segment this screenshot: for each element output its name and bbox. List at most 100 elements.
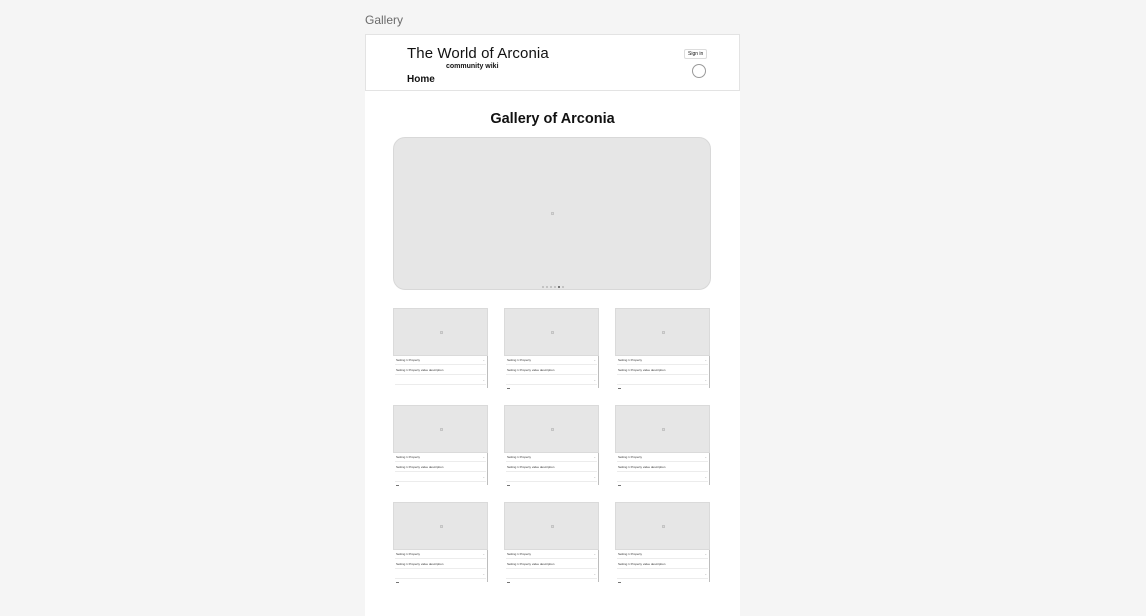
card-description: Setting 1 Property value description <box>396 465 444 469</box>
gallery-card[interactable]: Setting 1 Property ⌄ Setting 1 Property v… <box>504 405 599 487</box>
carousel-dot[interactable] <box>546 286 548 288</box>
card-select-row[interactable]: ⌄ <box>395 473 486 482</box>
carousel-dot[interactable] <box>554 286 556 288</box>
card-description-row: Setting 1 Property value description <box>617 463 708 472</box>
carousel-dot[interactable] <box>558 286 560 288</box>
card-image[interactable] <box>504 308 599 356</box>
chevron-down-icon[interactable]: ⌄ <box>704 376 707 384</box>
card-description: Setting 1 Property value description <box>396 368 444 372</box>
carousel-dot[interactable] <box>562 286 564 288</box>
card-property-label: Setting 1 Property <box>507 552 532 556</box>
card-select-row[interactable]: ⌄ <box>617 376 708 385</box>
chevron-down-icon[interactable]: ⌄ <box>593 550 596 558</box>
card-select-row[interactable]: ⌄ <box>395 376 486 385</box>
image-placeholder-icon <box>551 212 554 215</box>
gallery-page: The World of Arconia community wiki Home… <box>365 34 740 616</box>
card-image[interactable] <box>393 405 488 453</box>
nav-home-link[interactable]: Home <box>407 74 435 85</box>
card-divider <box>709 453 710 485</box>
card-select-row[interactable]: ⌄ <box>617 570 708 579</box>
card-divider <box>598 356 599 388</box>
chevron-down-icon[interactable]: ⌄ <box>482 570 485 578</box>
sign-in-button[interactable]: Sign in <box>684 49 708 59</box>
frame-label: Gallery <box>365 13 404 27</box>
card-description-row: Setting 1 Property value description <box>617 560 708 569</box>
card-description-row: Setting 1 Property value description <box>506 366 597 375</box>
chevron-down-icon[interactable]: ⌄ <box>704 356 707 364</box>
card-select-row[interactable]: ⌄ <box>395 570 486 579</box>
chevron-down-icon[interactable]: ⌄ <box>704 453 707 461</box>
avatar-icon[interactable] <box>692 64 706 78</box>
card-description: Setting 1 Property value description <box>507 368 555 372</box>
gallery-card[interactable]: Setting 1 Property ⌄ Setting 1 Property v… <box>393 502 488 584</box>
image-placeholder-icon <box>551 525 554 528</box>
card-divider <box>487 550 488 582</box>
card-property-row[interactable]: Setting 1 Property ⌄ <box>395 550 486 559</box>
card-footnote-mark: ▬ <box>396 483 399 487</box>
image-placeholder-icon <box>551 428 554 431</box>
chevron-down-icon[interactable]: ⌄ <box>593 356 596 364</box>
chevron-down-icon[interactable]: ⌄ <box>482 473 485 481</box>
card-property-label: Setting 1 Property <box>507 455 532 459</box>
chevron-down-icon[interactable]: ⌄ <box>593 453 596 461</box>
card-property-row[interactable]: Setting 1 Property ⌄ <box>617 550 708 559</box>
card-divider <box>598 453 599 485</box>
image-placeholder-icon <box>662 331 665 334</box>
chevron-down-icon[interactable]: ⌄ <box>704 550 707 558</box>
chevron-down-icon[interactable]: ⌄ <box>482 550 485 558</box>
chevron-down-icon[interactable]: ⌄ <box>482 356 485 364</box>
chevron-down-icon[interactable]: ⌄ <box>482 453 485 461</box>
gallery-card[interactable]: Setting 1 Property ⌄ Setting 1 Property v… <box>504 502 599 584</box>
chevron-down-icon[interactable]: ⌄ <box>482 376 485 384</box>
site-title[interactable]: The World of Arconia <box>407 45 549 62</box>
gallery-card[interactable]: Setting 1 Property ⌄ Setting 1 Property v… <box>615 405 710 487</box>
card-property-row[interactable]: Setting 1 Property ⌄ <box>506 453 597 462</box>
gallery-card[interactable]: Setting 1 Property ⌄ Setting 1 Property v… <box>504 308 599 390</box>
gallery-card[interactable]: Setting 1 Property ⌄ Setting 1 Property v… <box>393 308 488 388</box>
chevron-down-icon[interactable]: ⌄ <box>593 376 596 384</box>
gallery-card[interactable]: Setting 1 Property ⌄ Setting 1 Property v… <box>615 502 710 584</box>
image-placeholder-icon <box>551 331 554 334</box>
card-property-row[interactable]: Setting 1 Property ⌄ <box>395 356 486 365</box>
card-select-row[interactable]: ⌄ <box>506 473 597 482</box>
card-description-row: Setting 1 Property value description <box>395 560 486 569</box>
card-divider <box>709 356 710 388</box>
card-property-label: Setting 1 Property <box>396 552 421 556</box>
gallery-card[interactable]: Setting 1 Property ⌄ Setting 1 Property v… <box>393 405 488 487</box>
card-property-row[interactable]: Setting 1 Property ⌄ <box>506 356 597 365</box>
card-divider <box>709 550 710 582</box>
card-description: Setting 1 Property value description <box>507 562 555 566</box>
card-description: Setting 1 Property value description <box>396 562 444 566</box>
gallery-card[interactable]: Setting 1 Property ⌄ Setting 1 Property v… <box>615 308 710 390</box>
card-footnote-mark: ▬ <box>396 580 399 584</box>
card-image[interactable] <box>615 405 710 453</box>
card-image[interactable] <box>504 502 599 550</box>
card-description-row: Setting 1 Property value description <box>506 560 597 569</box>
card-footnote-mark: ▬ <box>618 483 621 487</box>
card-image[interactable] <box>615 308 710 356</box>
card-select-row[interactable]: ⌄ <box>506 570 597 579</box>
card-select-row[interactable]: ⌄ <box>617 473 708 482</box>
card-divider <box>598 550 599 582</box>
card-image[interactable] <box>393 502 488 550</box>
card-property-row[interactable]: Setting 1 Property ⌄ <box>395 453 486 462</box>
carousel-dot[interactable] <box>542 286 544 288</box>
carousel-dot[interactable] <box>550 286 552 288</box>
card-select-row[interactable]: ⌄ <box>506 376 597 385</box>
card-property-row[interactable]: Setting 1 Property ⌄ <box>617 356 708 365</box>
card-image[interactable] <box>393 308 488 356</box>
chevron-down-icon[interactable]: ⌄ <box>704 570 707 578</box>
page-title: Gallery of Arconia <box>490 111 615 127</box>
card-description-row: Setting 1 Property value description <box>395 463 486 472</box>
card-property-row[interactable]: Setting 1 Property ⌄ <box>506 550 597 559</box>
hero-carousel[interactable] <box>393 137 711 290</box>
image-placeholder-icon <box>440 428 443 431</box>
card-image[interactable] <box>504 405 599 453</box>
card-property-label: Setting 1 Property <box>618 358 643 362</box>
card-image[interactable] <box>615 502 710 550</box>
card-property-row[interactable]: Setting 1 Property ⌄ <box>617 453 708 462</box>
card-footnote-mark: ▬ <box>618 580 621 584</box>
chevron-down-icon[interactable]: ⌄ <box>704 473 707 481</box>
chevron-down-icon[interactable]: ⌄ <box>593 473 596 481</box>
chevron-down-icon[interactable]: ⌄ <box>593 570 596 578</box>
